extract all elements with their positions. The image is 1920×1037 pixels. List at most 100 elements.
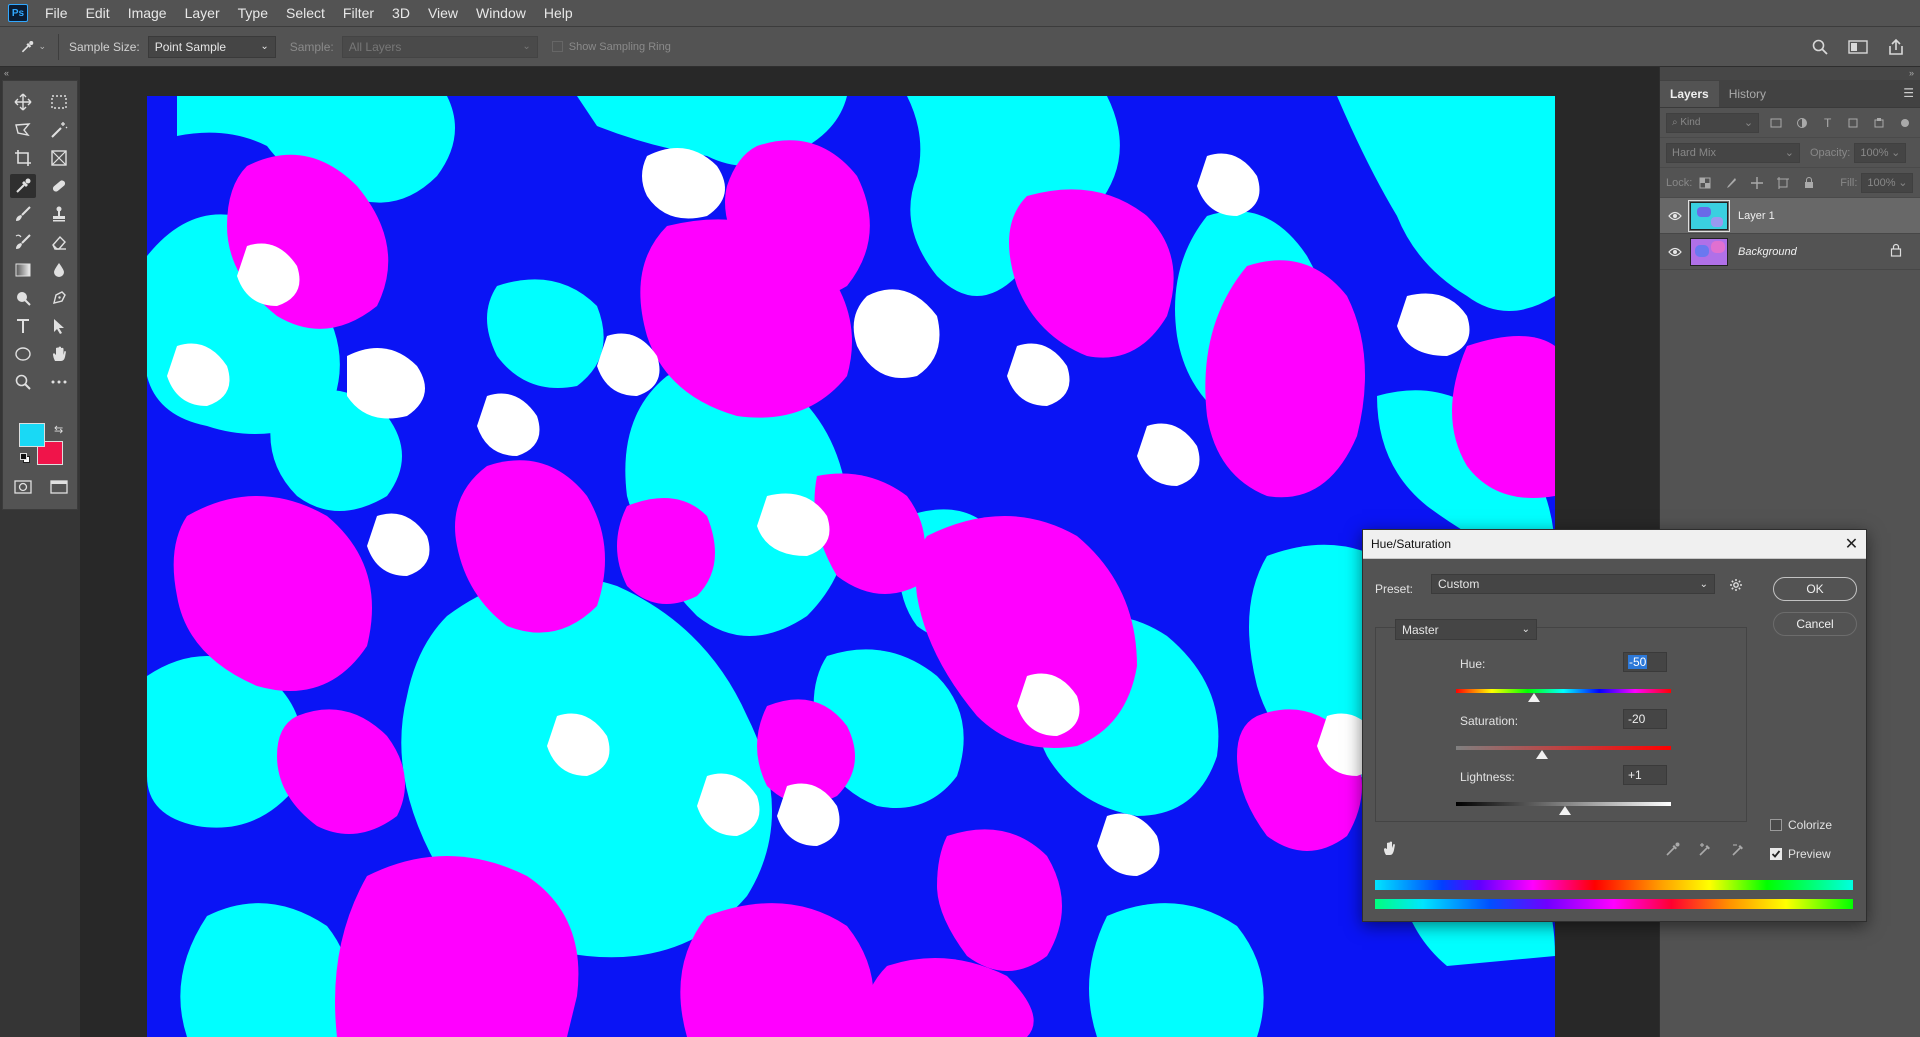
collapse-tools-icon[interactable]: «: [4, 68, 9, 78]
menu-edit[interactable]: Edit: [77, 0, 119, 27]
sample-size-select[interactable]: Point Sample ⌄: [147, 35, 276, 58]
preview-label: Preview: [1788, 847, 1831, 861]
ok-button[interactable]: OK: [1773, 577, 1857, 601]
clone-stamp-tool[interactable]: [46, 202, 72, 226]
close-button[interactable]: ✕: [1837, 530, 1866, 559]
sample-select[interactable]: All Layers ⌄: [341, 35, 538, 58]
lock-position-icon[interactable]: [1748, 174, 1766, 192]
menu-image[interactable]: Image: [119, 0, 176, 27]
magic-wand-tool[interactable]: [46, 118, 72, 142]
image-canvas[interactable]: [147, 96, 1555, 1037]
layer-kind-filter[interactable]: ⌕ Kind ⌄: [1666, 112, 1760, 133]
expand-panels-icon[interactable]: »: [1909, 68, 1914, 78]
frame-tool[interactable]: [46, 146, 72, 170]
layer-row[interactable]: Background: [1660, 234, 1920, 270]
marquee-tool[interactable]: [46, 90, 72, 114]
sampling-ring-checkbox[interactable]: [551, 41, 563, 52]
photoshop-logo[interactable]: Ps: [8, 4, 28, 22]
menu-help[interactable]: Help: [535, 0, 582, 27]
menu-3d[interactable]: 3D: [383, 0, 419, 27]
lock-artboard-icon[interactable]: [1774, 174, 1792, 192]
layer-row[interactable]: Layer 1: [1660, 198, 1920, 234]
eyedropper-icon: [1666, 842, 1680, 856]
tab-history[interactable]: History: [1719, 81, 1776, 107]
visibility-toggle[interactable]: [1660, 247, 1690, 257]
hue-slider-track[interactable]: [1456, 689, 1671, 693]
share-button[interactable]: [1882, 33, 1910, 61]
filter-type-icon[interactable]: T: [1819, 114, 1837, 132]
filter-shape-icon[interactable]: [1845, 114, 1863, 132]
dodge-tool[interactable]: [10, 286, 36, 310]
lightness-field[interactable]: +1: [1623, 765, 1667, 785]
tool-preset-picker[interactable]: ⌄: [20, 34, 46, 60]
screen-mode-button[interactable]: [46, 475, 72, 499]
checkmark-icon: [1771, 850, 1781, 858]
eyedropper-plus-icon: [1699, 843, 1710, 856]
filter-pixel-icon[interactable]: [1767, 114, 1785, 132]
chevron-down-icon: ⌄: [1521, 624, 1530, 635]
lock-transparency-icon[interactable]: [1696, 174, 1714, 192]
history-brush-tool[interactable]: [10, 230, 36, 254]
path-selection-tool[interactable]: [46, 314, 72, 338]
preview-checkbox[interactable]: [1770, 848, 1782, 860]
bandage-icon: [52, 180, 66, 192]
hue-slider-thumb[interactable]: [1527, 693, 1540, 702]
brush-tool[interactable]: [10, 202, 36, 226]
menu-window[interactable]: Window: [467, 0, 535, 27]
saturation-slider-track[interactable]: [1456, 746, 1671, 750]
zoom-tool[interactable]: [10, 370, 36, 394]
search-button[interactable]: [1806, 33, 1834, 61]
fill-field[interactable]: 100% ⌄: [1861, 172, 1914, 193]
blend-mode-select[interactable]: Hard Mix ⌄: [1666, 142, 1800, 163]
blur-tool[interactable]: [46, 258, 72, 282]
healing-brush-tool[interactable]: [46, 174, 72, 198]
swap-colors-icon[interactable]: ⇆: [54, 423, 63, 436]
eyedropper-plus-button[interactable]: [1698, 841, 1714, 860]
dialog-titlebar[interactable]: Hue/Saturation ✕: [1363, 530, 1866, 559]
filter-toggle-icon[interactable]: [1896, 114, 1914, 132]
preset-options-button[interactable]: [1729, 578, 1743, 595]
eyedropper-minus-button[interactable]: [1731, 841, 1747, 860]
arrow-pointer-icon: [54, 319, 64, 334]
filter-adjustment-icon[interactable]: [1793, 114, 1811, 132]
colorize-checkbox[interactable]: [1770, 819, 1782, 831]
workspace-button[interactable]: [1844, 33, 1872, 61]
menu-type[interactable]: Type: [229, 0, 277, 27]
channel-select[interactable]: Master ⌄: [1395, 619, 1537, 640]
preset-select[interactable]: Custom ⌄: [1431, 574, 1715, 594]
chevron-down-icon: ⌄: [1699, 578, 1708, 590]
hue-field[interactable]: -50: [1623, 652, 1667, 672]
menu-filter[interactable]: Filter: [334, 0, 383, 27]
default-colors-icon[interactable]: [20, 453, 30, 463]
more-tools-button[interactable]: [46, 370, 72, 394]
menu-layer[interactable]: Layer: [176, 0, 229, 27]
pen-tool[interactable]: [46, 286, 72, 310]
gradient-tool[interactable]: [10, 258, 36, 282]
menu-select[interactable]: Select: [277, 0, 334, 27]
saturation-field[interactable]: -20: [1623, 709, 1667, 729]
filter-smart-object-icon[interactable]: [1870, 114, 1888, 132]
foreground-color-swatch[interactable]: [19, 423, 45, 447]
lock-all-icon[interactable]: [1800, 174, 1818, 192]
lasso-tool[interactable]: [10, 118, 36, 142]
panel-menu-icon[interactable]: ☰: [1903, 86, 1914, 100]
eyedropper-button[interactable]: [1665, 841, 1681, 860]
opacity-field[interactable]: 100% ⌄: [1854, 142, 1907, 163]
eraser-tool[interactable]: [46, 230, 72, 254]
crop-tool[interactable]: [10, 146, 36, 170]
move-tool[interactable]: [10, 90, 36, 114]
cancel-button[interactable]: Cancel: [1773, 612, 1857, 636]
lightness-slider-thumb[interactable]: [1558, 806, 1571, 815]
quick-mask-button[interactable]: [10, 475, 36, 499]
ellipse-tool[interactable]: [10, 342, 36, 366]
hand-tool[interactable]: [46, 342, 72, 366]
eyedropper-tool[interactable]: [10, 174, 36, 198]
visibility-toggle[interactable]: [1660, 211, 1690, 221]
tab-layers[interactable]: Layers: [1660, 81, 1719, 107]
menu-view[interactable]: View: [419, 0, 467, 27]
type-tool[interactable]: [10, 314, 36, 338]
menu-file[interactable]: File: [36, 0, 77, 27]
targeted-adjustment-button[interactable]: [1381, 840, 1397, 859]
saturation-slider-thumb[interactable]: [1536, 750, 1548, 759]
lock-pixels-icon[interactable]: [1722, 174, 1740, 192]
